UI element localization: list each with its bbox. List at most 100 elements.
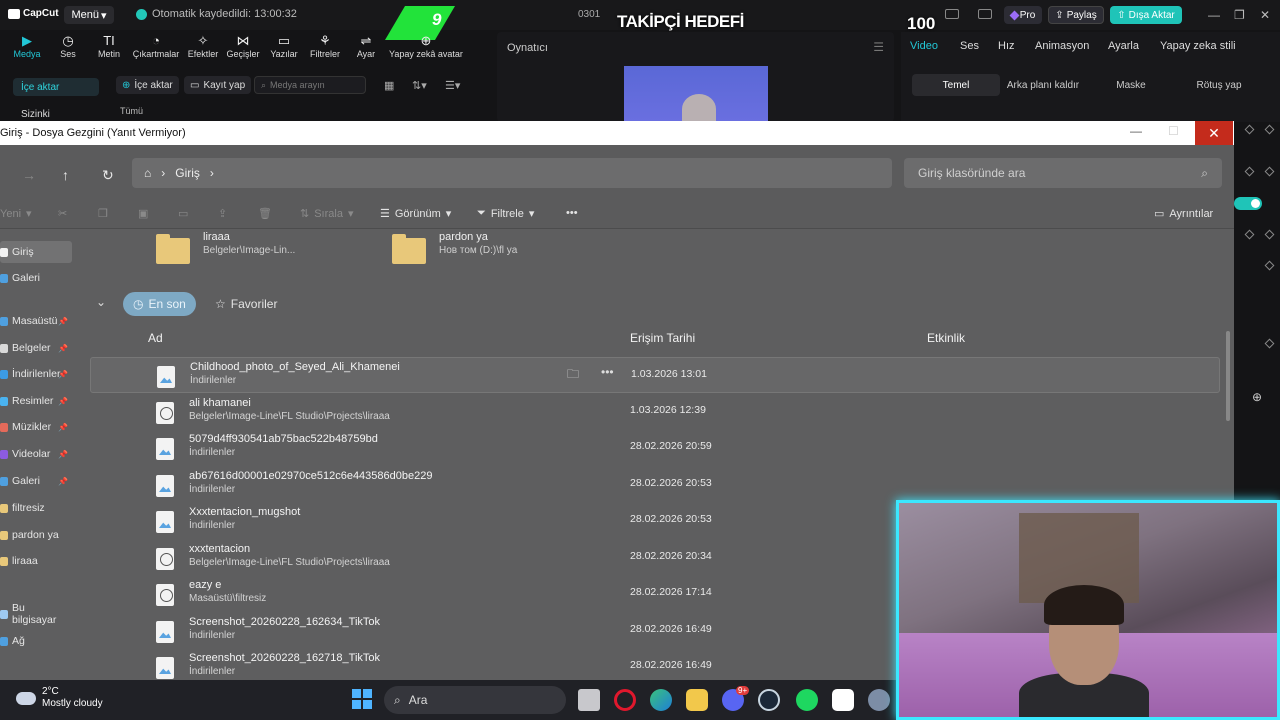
scrollbar[interactable]	[1226, 331, 1230, 421]
tab-ai-style[interactable]: Yapay zeka stili	[1160, 40, 1236, 52]
shortcut-icon[interactable]	[978, 9, 992, 19]
start-button[interactable]	[352, 689, 372, 709]
tab-favorites[interactable]: ☆ Favoriler	[205, 292, 287, 316]
breadcrumb-home[interactable]: Giriş	[175, 166, 200, 180]
view-button[interactable]: ☰ Görünüm ▾	[380, 207, 451, 221]
toggle-switch[interactable]	[1234, 197, 1262, 210]
tool-adjust[interactable]: ⇌ Ayar	[340, 34, 392, 64]
column-header-activity[interactable]: Etkinlik	[927, 331, 965, 345]
more-options-icon[interactable]: •••	[601, 365, 614, 379]
edge-icon[interactable]	[650, 689, 672, 711]
menu-button[interactable]: Menü ▾	[64, 6, 114, 24]
copy-icon[interactable]: ❐	[98, 207, 108, 220]
address-bar[interactable]: ⌂ › Giriş ›	[132, 158, 892, 188]
tool-label: Ses	[60, 49, 76, 59]
taskbar-search[interactable]: ⌕ Ara	[384, 686, 566, 714]
sidebar-item[interactable]: Ağ	[0, 630, 72, 652]
nav-import[interactable]: İçe aktar	[13, 78, 99, 96]
file-row[interactable]: ali khamanei Belgeler\Image-Line\FL Studi…	[90, 394, 1220, 430]
share-icon[interactable]: ⇪	[218, 207, 227, 220]
weather-widget[interactable]: 2°C Mostly cloudy	[12, 686, 103, 710]
subtab-basic[interactable]: Temel	[912, 74, 1000, 96]
search-input[interactable]: Giriş klasöründe ara ⌕	[904, 158, 1222, 188]
player-preview[interactable]	[624, 66, 768, 124]
export-button[interactable]: ⇧ Dışa Aktar	[1110, 6, 1182, 24]
up-icon[interactable]: ↑	[62, 167, 69, 183]
sidebar-item[interactable]: Videolar 📌	[0, 443, 72, 465]
record-button[interactable]: ▭ Kayıt yap	[184, 76, 252, 94]
file-explorer-icon[interactable]	[686, 689, 708, 711]
quick-folder-name[interactable]: pardon ya	[439, 231, 488, 243]
subtab-retouch[interactable]: Rötuş yap	[1176, 74, 1262, 96]
tab-audio[interactable]: Ses	[960, 40, 979, 52]
media-search-input[interactable]: ⌕ Medya arayın	[254, 76, 366, 94]
share-button[interactable]: ⇪ Paylaş	[1048, 6, 1104, 24]
chevron-down-icon: ▾	[26, 208, 32, 220]
collapse-icon[interactable]: ⌄	[96, 295, 106, 309]
details-button[interactable]: ▭ Ayrıntılar	[1154, 207, 1213, 221]
spotify-icon[interactable]	[796, 689, 818, 711]
minimize-icon[interactable]: —	[1208, 8, 1220, 22]
tab-video[interactable]: Video	[910, 40, 938, 52]
tool-text[interactable]: TI Metin	[83, 34, 135, 64]
filter-menu-icon[interactable]: ☰▾	[445, 79, 460, 92]
import-button[interactable]: ⊕ İçe aktar	[116, 76, 179, 94]
file-date: 28.02.2026 20:59	[630, 440, 712, 452]
settings-gear-icon[interactable]	[868, 689, 890, 711]
maximize-icon[interactable]: ☐	[1168, 124, 1179, 138]
column-header-date[interactable]: Erişim Tarihi	[630, 331, 695, 345]
sidebar-item[interactable]: Galeri 📌	[0, 470, 72, 492]
sidebar-item[interactable]: pardon ya	[0, 524, 72, 546]
new-button[interactable]: Yeni ▾	[0, 207, 32, 221]
refresh-icon[interactable]: ↻	[102, 167, 114, 184]
tool-stickers[interactable]: ◔ Çıkartmalar	[130, 34, 182, 64]
layout-icon[interactable]	[945, 9, 959, 19]
delete-icon[interactable]: 🗑	[258, 207, 272, 220]
more-options-icon[interactable]: •••	[566, 207, 578, 219]
tab-speed[interactable]: Hız	[998, 40, 1015, 52]
sidebar-item[interactable]: Belgeler 📌	[0, 337, 72, 359]
steam-icon[interactable]	[758, 689, 780, 711]
sidebar-item[interactable]: Giriş	[0, 241, 72, 263]
tool-ai-avatar[interactable]: ⊕ Yapay zekâ avatar	[388, 34, 464, 64]
file-row[interactable]: 5079d4ff930541ab75bac522b48759bd İndirile…	[90, 430, 1220, 466]
paste-icon[interactable]: ▣	[138, 207, 148, 220]
pin-icon: 📌	[58, 476, 68, 486]
forward-icon[interactable]: →	[22, 167, 36, 183]
sidebar-item[interactable]: liraaa	[0, 550, 72, 572]
sidebar-item[interactable]: Müzikler 📌	[0, 416, 72, 438]
sidebar-item[interactable]: Resimler 📌	[0, 390, 72, 412]
filter-button[interactable]: ⏷ Filtrele ▾	[477, 207, 534, 220]
sidebar-item[interactable]: İndirilenler 📌	[0, 363, 72, 385]
grid-view-icon[interactable]: ▦	[384, 79, 394, 92]
column-header-name[interactable]: Ad	[148, 331, 163, 345]
filter-all[interactable]: Tümü	[120, 106, 143, 116]
minimize-icon[interactable]: —	[1130, 124, 1142, 138]
tab-animation[interactable]: Animasyon	[1035, 40, 1089, 52]
quick-folder-name[interactable]: liraaa	[203, 231, 230, 243]
rename-icon[interactable]: ▭	[178, 207, 188, 220]
close-icon[interactable]: ✕	[1260, 8, 1270, 22]
sidebar-item[interactable]: Masaüstü 📌	[0, 310, 72, 332]
sidebar-item[interactable]: Galeri	[0, 267, 72, 289]
zoom-in-icon[interactable]: ⊕	[1252, 390, 1262, 404]
tab-adjust[interactable]: Ayarla	[1108, 40, 1139, 52]
subtab-remove-bg[interactable]: Arka planı kaldır	[1000, 74, 1086, 96]
sidebar-item[interactable]: filtresiz	[0, 497, 72, 519]
close-button[interactable]: ✕	[1195, 121, 1233, 145]
subtab-mask[interactable]: Maske	[1088, 74, 1174, 96]
sort-button[interactable]: ⇅ Sırala ▾	[300, 207, 354, 221]
menu-icon[interactable]: ☰	[873, 40, 884, 54]
capcut-icon[interactable]	[832, 689, 854, 711]
cut-icon[interactable]: ✂	[58, 207, 67, 220]
opera-icon[interactable]	[614, 689, 636, 711]
task-view-icon[interactable]	[578, 689, 600, 711]
open-location-icon[interactable]: 🗀	[567, 365, 579, 386]
sidebar-item[interactable]: Bu bilgisayar	[0, 602, 72, 626]
tab-recent[interactable]: ◷ En son	[123, 292, 196, 316]
restore-icon[interactable]: ❐	[1234, 8, 1245, 22]
sort-icon[interactable]: ⇅▾	[412, 79, 427, 92]
pro-button[interactable]: Pro	[1004, 6, 1042, 24]
file-row[interactable]: ab67616d00001e02970ce512c6e443586d0be229…	[90, 467, 1220, 503]
file-row[interactable]: Childhood_photo_of_Seyed_Ali_Khamenei İnd…	[90, 357, 1220, 393]
